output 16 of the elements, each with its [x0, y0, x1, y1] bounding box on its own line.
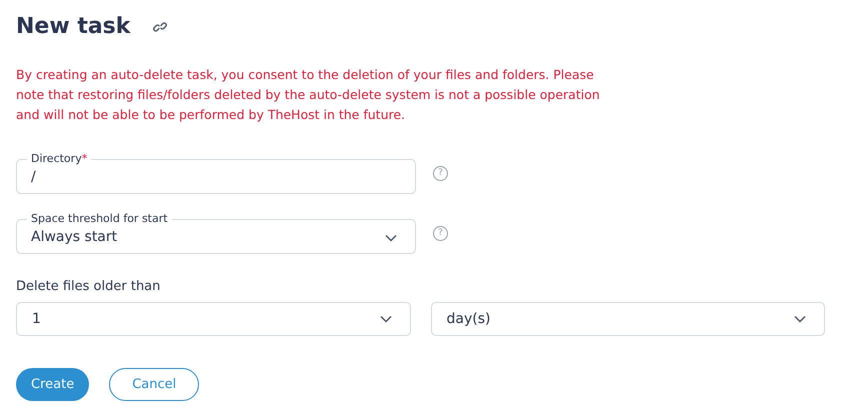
input-field[interactable]: Directory* / — [16, 152, 416, 194]
amount-select[interactable]: 1 — [16, 302, 410, 336]
create-button[interactable]: Create — [16, 368, 90, 401]
cancel-button[interactable]: Cancel — [109, 368, 200, 401]
page-title: New task — [16, 13, 130, 41]
field-value: / — [31, 168, 36, 187]
chevron-down-icon — [794, 315, 806, 323]
field-value: Always start — [31, 228, 118, 247]
chevron-down-icon — [380, 315, 392, 323]
select-field[interactable]: Space threshold for start Always start — [16, 212, 416, 254]
chevron-down-icon — [385, 234, 397, 242]
field-label: Space threshold for start — [30, 212, 169, 226]
age-label: Delete files older than — [16, 278, 162, 296]
warning-text: By creating an auto-delete task, you consent to the deletion of your files and folders. Please note that restoring files/folders deleted by the auto-delete system is not a possible operation and will not be able to be performed by TheHost in the future. — [16, 66, 601, 124]
unit-select[interactable]: day(s) — [430, 302, 825, 336]
field-label: Directory* — [30, 152, 88, 166]
